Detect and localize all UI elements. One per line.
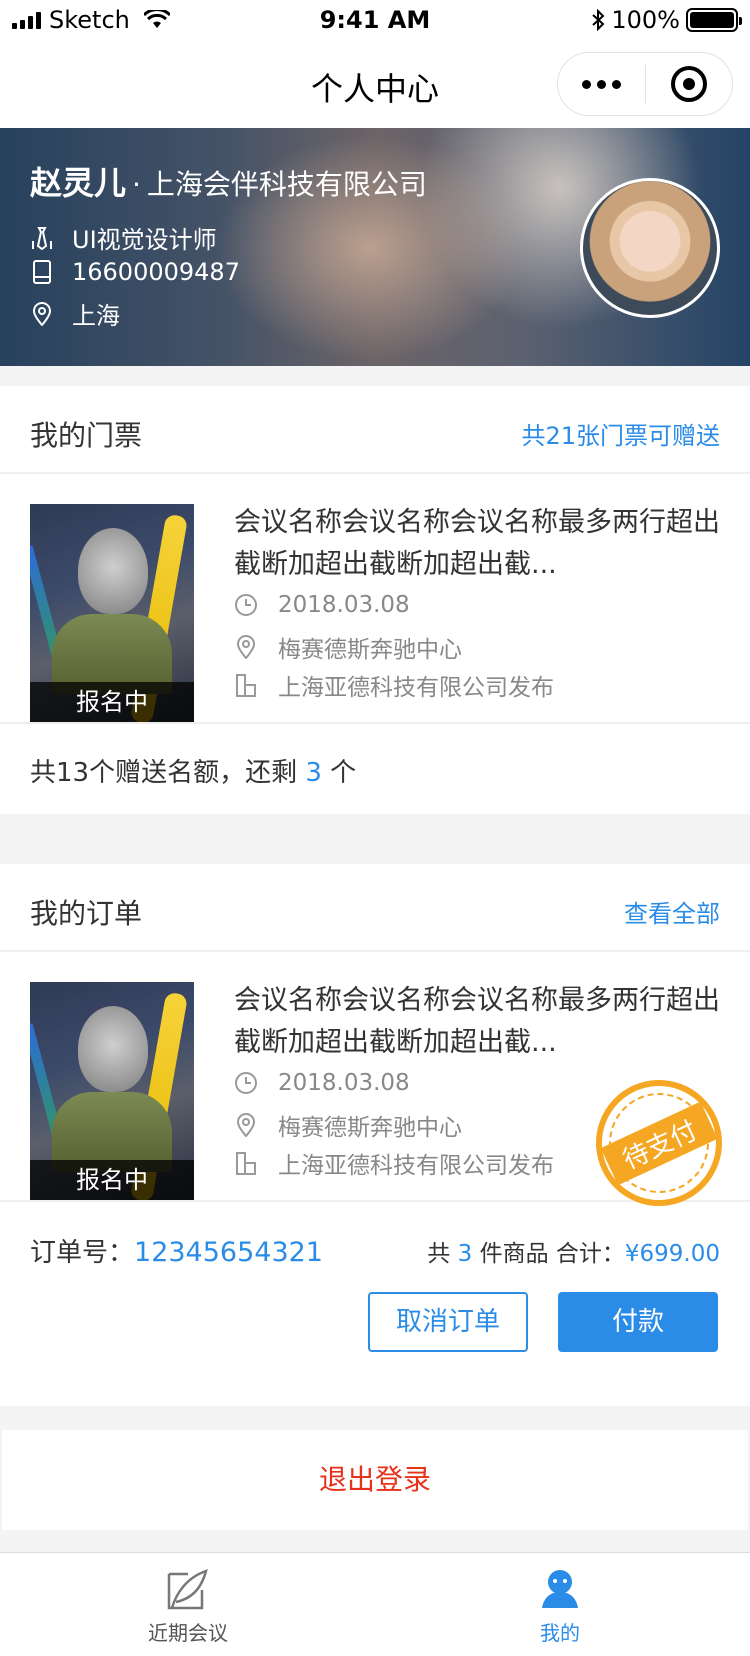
quota-suffix: 个 [330, 758, 357, 788]
phone-icon [30, 260, 54, 284]
ticket-item[interactable]: 报名中 会议名称会议名称会议名称最多两行超出截断加超出截断加超出截... 201… [0, 474, 750, 724]
order-number: 订单号：12345654321 [30, 1232, 323, 1269]
location-icon [234, 635, 258, 659]
event-venue: 梅赛德斯奔驰中心 [278, 637, 462, 663]
status-right: 100% [591, 6, 742, 34]
cancel-order-button[interactable]: 取消订单 [368, 1292, 528, 1352]
event-venue-row: 梅赛德斯奔驰中心 [234, 1108, 462, 1142]
tickets-title: 我的门票 [30, 419, 143, 452]
event-date: 2018.03.08 [278, 592, 410, 618]
profile-name-line: 赵灵儿 · 上海会伴科技有限公司 [30, 158, 427, 204]
user-company: 上海会伴科技有限公司 [146, 168, 427, 201]
user-name: 赵灵儿 [30, 164, 127, 202]
orders-header: 我的订单 查看全部 [0, 864, 750, 952]
pay-button[interactable]: 付款 [558, 1292, 718, 1352]
order-no-value: 12345654321 [134, 1237, 323, 1268]
clock-icon [234, 593, 258, 617]
logout-button[interactable]: 退出登录 [2, 1430, 748, 1530]
event-poster: 报名中 [30, 982, 194, 1200]
status-badge: 报名中 [30, 1160, 194, 1200]
event-venue-row: 梅赛德斯奔驰中心 [234, 630, 462, 664]
event-venue: 梅赛德斯奔驰中心 [278, 1115, 462, 1141]
event-poster: 报名中 [30, 504, 194, 722]
mini-program-capsule [557, 52, 733, 116]
order-summary-row: 订单号：12345654321 共 3 件商品 合计：¥699.00 [0, 1202, 750, 1292]
count-prefix: 共 [427, 1241, 451, 1267]
tab-mine[interactable]: 我的 [460, 1567, 660, 1646]
event-date: 2018.03.08 [278, 1070, 410, 1096]
avatar[interactable] [580, 178, 720, 318]
tickets-header: 我的门票 共21张门票可赠送 [0, 386, 750, 474]
profile-city-row: 上海 [30, 296, 120, 331]
user-city: 上海 [72, 302, 120, 330]
tab-label: 我的 [540, 1621, 580, 1645]
orders-view-all-link[interactable]: 查看全部 [624, 894, 720, 929]
location-icon [234, 1113, 258, 1137]
user-icon [460, 1567, 660, 1611]
orders-title: 我的订单 [30, 897, 143, 930]
event-publisher: 上海亚德科技有限公司发布 [278, 675, 554, 701]
building-icon [234, 673, 258, 697]
quota-prefix: 共13个赠送名额，还剩 [30, 758, 298, 788]
feather-icon [88, 1567, 288, 1611]
order-no-label: 订单号： [30, 1238, 135, 1268]
more-icon[interactable] [558, 79, 645, 89]
status-badge: 报名中 [30, 682, 194, 722]
building-icon [234, 1151, 258, 1175]
profile-header: 赵灵儿 · 上海会伴科技有限公司 UI视觉设计师 16600009487 上海 [0, 128, 750, 366]
tab-recent-meetings[interactable]: 近期会议 [88, 1567, 288, 1646]
orders-card: 我的订单 查看全部 报名中 会议名称会议名称会议名称最多两行超出截断加超出截断加… [0, 864, 750, 1406]
tie-icon [30, 226, 54, 250]
tab-label: 近期会议 [148, 1621, 228, 1645]
profile-phone-row: 16600009487 [30, 258, 240, 286]
gift-quota: 共13个赠送名额，还剩 3 个 [0, 724, 750, 814]
event-date-row: 2018.03.08 [234, 1070, 410, 1096]
gift-quota-text: 共13个赠送名额，还剩 3 个 [30, 752, 356, 789]
total-amount: ¥699.00 [624, 1241, 720, 1267]
tickets-giftable-link[interactable]: 共21张门票可赠送 [521, 416, 720, 451]
bluetooth-icon [592, 9, 605, 31]
battery-icon [686, 8, 742, 32]
nav-bar: 个人中心 [0, 40, 750, 128]
order-total: 共 3 件商品 合计：¥699.00 [427, 1234, 720, 1268]
tickets-card: 我的门票 共21张门票可赠送 报名中 会议名称会议名称会议名称最多两行超出截断加… [0, 386, 750, 814]
order-item[interactable]: 报名中 会议名称会议名称会议名称最多两行超出截断加超出截断加超出截... 201… [0, 952, 750, 1227]
profile-job-row: UI视觉设计师 [30, 220, 217, 255]
quota-remaining: 3 [305, 758, 322, 788]
event-publisher-row: 上海亚德科技有限公司发布 [234, 1146, 554, 1180]
item-count: 3 [457, 1241, 473, 1267]
count-suffix: 件商品 合计： [479, 1241, 625, 1267]
clock-icon [234, 1071, 258, 1095]
event-title: 会议名称会议名称会议名称最多两行超出截断加超出截断加超出截... [234, 507, 720, 580]
name-separator: · [132, 168, 141, 201]
order-actions: 取消订单 付款 [0, 1292, 750, 1406]
user-job: UI视觉设计师 [72, 226, 217, 254]
battery-percent: 100% [611, 6, 680, 34]
event-publisher: 上海亚德科技有限公司发布 [278, 1153, 554, 1179]
event-title: 会议名称会议名称会议名称最多两行超出截断加超出截断加超出截... [234, 985, 720, 1058]
user-phone: 16600009487 [72, 258, 240, 286]
tab-bar: 近期会议 我的 [0, 1552, 750, 1656]
close-target-icon[interactable] [646, 66, 732, 102]
status-bar: Sketch 9:41 AM 100% [0, 0, 750, 40]
event-publisher-row: 上海亚德科技有限公司发布 [234, 668, 554, 702]
event-date-row: 2018.03.08 [234, 592, 410, 618]
location-icon [30, 301, 54, 326]
